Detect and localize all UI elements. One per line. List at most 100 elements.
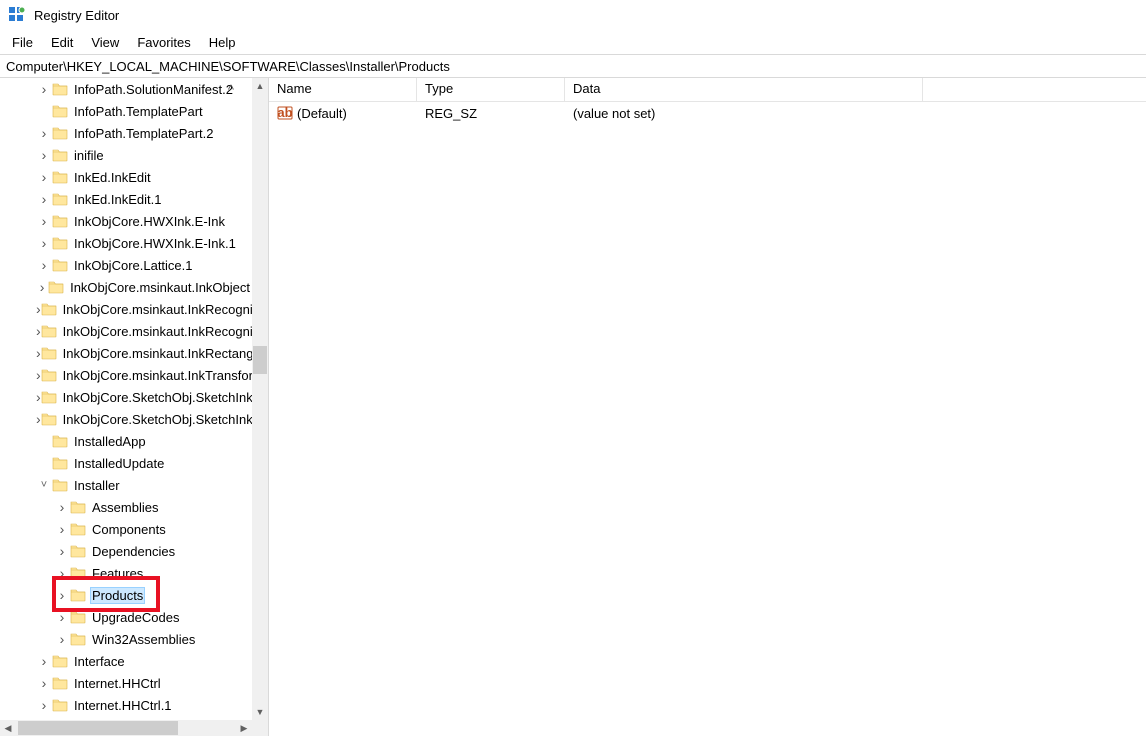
scroll-left-arrow[interactable]: ◀ <box>0 720 16 736</box>
tree-view[interactable]: ›InfoPath.SolutionManifest.2 ^InfoPath.T… <box>0 78 252 720</box>
tree-item[interactable]: ›InkObjCore.SketchObj.SketchInk <box>0 386 252 408</box>
content-area: ›InfoPath.SolutionManifest.2 ^InfoPath.T… <box>0 78 1146 736</box>
tree-item[interactable]: ›InkObjCore.msinkaut.InkRecognizers <box>0 320 252 342</box>
menu-help[interactable]: Help <box>201 33 244 52</box>
tree-item-label: InkObjCore.msinkaut.InkRecognizerContext <box>61 301 252 318</box>
expander-closed-icon[interactable]: › <box>54 587 70 603</box>
tree-item[interactable]: ˅Installer <box>0 474 252 496</box>
tree-item[interactable]: InstalledUpdate <box>0 452 252 474</box>
horizontal-scrollbar[interactable]: ◀ ▶ <box>0 720 252 736</box>
expander-closed-icon[interactable]: › <box>36 279 48 295</box>
expander-closed-icon[interactable]: › <box>54 499 70 515</box>
tree-item[interactable]: ›Win32Assemblies <box>0 628 252 650</box>
tree-item[interactable]: › InkObjCore.msinkaut.InkObject <box>0 276 252 298</box>
tree-item-label: InstalledUpdate <box>72 455 166 472</box>
tree-item-label: Features <box>90 565 145 582</box>
folder-icon <box>70 632 86 646</box>
tree-item-label: Interface <box>72 653 127 670</box>
folder-icon <box>41 324 57 338</box>
tree-item[interactable]: › Interface <box>0 650 252 672</box>
tree-item[interactable]: › Internet.HHCtrl.1 <box>0 694 252 716</box>
tree-item-label: inifile <box>72 147 106 164</box>
horizontal-scroll-thumb[interactable] <box>18 721 178 735</box>
folder-icon <box>70 610 86 624</box>
vertical-scrollbar[interactable]: ▲ ▼ <box>252 78 268 720</box>
expander-open-icon[interactable]: ˅ <box>36 479 52 491</box>
tree-item[interactable]: ›Products <box>0 584 252 606</box>
tree-item[interactable]: ›InkObjCore.Lattice.1 <box>0 254 252 276</box>
tree-item[interactable]: › UpgradeCodes <box>0 606 252 628</box>
folder-icon <box>41 368 57 382</box>
tree-item[interactable]: ›InkObjCore.msinkaut.InkRectangle <box>0 342 252 364</box>
expander-closed-icon[interactable]: › <box>36 191 52 207</box>
expander-closed-icon[interactable]: › <box>36 81 52 97</box>
tree-item[interactable]: › InkEd.InkEdit <box>0 166 252 188</box>
tree-item[interactable]: ›Dependencies <box>0 540 252 562</box>
menu-favorites[interactable]: Favorites <box>129 33 198 52</box>
expander-closed-icon[interactable]: › <box>36 235 52 251</box>
column-header-name[interactable]: Name <box>269 78 417 101</box>
column-header-type[interactable]: Type <box>417 78 565 101</box>
expander-closed-icon[interactable]: › <box>54 543 70 559</box>
app-icon <box>8 6 26 24</box>
tree-item[interactable]: InstalledApp <box>0 430 252 452</box>
expander-closed-icon[interactable]: › <box>36 213 52 229</box>
menu-view[interactable]: View <box>83 33 127 52</box>
tree-item-label: InkObjCore.SketchObj.SketchInk.1 <box>61 411 252 428</box>
string-value-icon: ab <box>277 105 293 121</box>
expander-closed-icon[interactable]: › <box>36 125 52 141</box>
expander-closed-icon[interactable]: › <box>54 521 70 537</box>
expander-closed-icon[interactable]: › <box>54 609 70 625</box>
folder-icon <box>52 478 68 492</box>
tree-item[interactable]: ›InkObjCore.msinkaut.InkRecognizerContex… <box>0 298 252 320</box>
expander-closed-icon[interactable]: › <box>54 631 70 647</box>
column-header-data[interactable]: Data <box>565 78 923 101</box>
tree-item[interactable]: › InfoPath.TemplatePart.2 <box>0 122 252 144</box>
expander-closed-icon[interactable]: › <box>36 169 52 185</box>
tree-item-label: InkObjCore.msinkaut.InkObject <box>68 279 252 296</box>
tree-item[interactable]: › Features <box>0 562 252 584</box>
tree-item[interactable]: ›Internet.HHCtrl <box>0 672 252 694</box>
tree-item[interactable]: ›InkObjCore.msinkaut.InkTransform <box>0 364 252 386</box>
expander-closed-icon[interactable]: › <box>36 257 52 273</box>
tree-item-label: InkObjCore.HWXInk.E-Ink <box>72 213 227 230</box>
scroll-up-arrow[interactable]: ▲ <box>252 78 268 94</box>
tree-item-label: Internet.HHCtrl.1 <box>72 697 174 714</box>
address-bar[interactable]: Computer\HKEY_LOCAL_MACHINE\SOFTWARE\Cla… <box>0 54 1146 78</box>
expander-closed-icon[interactable]: › <box>36 147 52 163</box>
tree-item[interactable]: › InkObjCore.HWXInk.E-Ink <box>0 210 252 232</box>
values-list[interactable]: ab(Default)REG_SZ(value not set) <box>269 102 1146 124</box>
tree-item[interactable]: ›InfoPath.SolutionManifest.2 ^ <box>0 78 252 100</box>
expander-closed-icon[interactable]: › <box>36 653 52 669</box>
tree-item-label: InfoPath.TemplatePart.2 <box>72 125 215 142</box>
folder-icon <box>48 280 64 294</box>
value-row[interactable]: ab(Default)REG_SZ(value not set) <box>269 102 1146 124</box>
tree-item[interactable]: ›InkObjCore.SketchObj.SketchInk.1 <box>0 408 252 430</box>
tree-item-label: InkEd.InkEdit <box>72 169 153 186</box>
tree-item-label: InstalledApp <box>72 433 148 450</box>
folder-icon <box>52 82 68 96</box>
menu-file[interactable]: File <box>4 33 41 52</box>
window-title: Registry Editor <box>34 8 119 23</box>
tree-item[interactable]: ›Components <box>0 518 252 540</box>
tree-item[interactable]: ›InkEd.InkEdit.1 <box>0 188 252 210</box>
scroll-right-arrow[interactable]: ▶ <box>236 720 252 736</box>
expander-closed-icon[interactable]: › <box>54 565 70 581</box>
expander-closed-icon[interactable]: › <box>36 675 52 691</box>
folder-icon <box>70 544 86 558</box>
vertical-scroll-thumb[interactable] <box>253 346 267 374</box>
tree-item[interactable]: InfoPath.TemplatePart <box>0 100 252 122</box>
tree-item[interactable]: ›InkObjCore.HWXInk.E-Ink.1 <box>0 232 252 254</box>
folder-icon <box>52 170 68 184</box>
scroll-down-arrow[interactable]: ▼ <box>252 704 268 720</box>
tree-item-label: InfoPath.SolutionManifest.2 <box>72 81 235 98</box>
folder-icon <box>52 148 68 162</box>
menu-edit[interactable]: Edit <box>43 33 81 52</box>
tree-item[interactable]: ›Assemblies <box>0 496 252 518</box>
expander-closed-icon[interactable]: › <box>36 697 52 713</box>
folder-icon <box>70 522 86 536</box>
column-header-spacer <box>923 78 1146 101</box>
tree-item-label: InfoPath.TemplatePart <box>72 103 205 120</box>
tree-item[interactable]: › inifile <box>0 144 252 166</box>
tree-item-label: UpgradeCodes <box>90 609 181 626</box>
